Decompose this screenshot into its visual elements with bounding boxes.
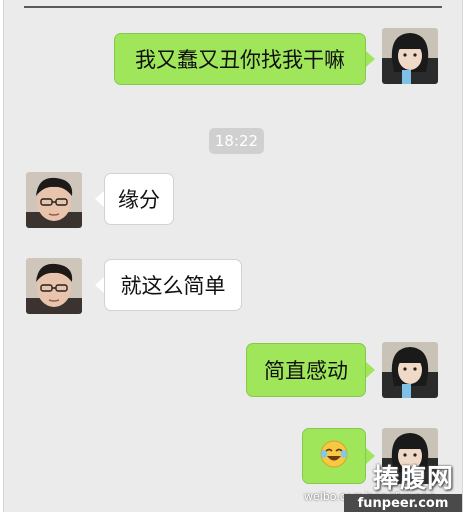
watermark-site: funpeer.com	[344, 494, 462, 512]
chat-window: 我又蠢又丑你找我干嘛 18:22 缘分 就这么简单 简直感动 捧腹网	[3, 0, 463, 512]
bubble-tail	[366, 362, 375, 378]
bubble-tail	[366, 51, 375, 67]
message-bubble-received[interactable]: 就这么简单	[104, 259, 242, 311]
message-text: 缘分	[118, 188, 160, 212]
timestamp: 18:22	[209, 128, 264, 154]
message-bubble-received[interactable]: 缘分	[104, 173, 174, 225]
message-bubble-sent[interactable]: 我又蠢又丑你找我干嘛	[114, 33, 366, 85]
friend-avatar[interactable]	[26, 258, 82, 314]
tears-of-joy-emoji	[319, 439, 349, 474]
my-avatar[interactable]	[382, 28, 438, 84]
message-text: 就这么简单	[120, 274, 226, 298]
top-divider	[24, 6, 442, 8]
bubble-tail	[95, 277, 104, 293]
bubble-tail	[95, 191, 104, 207]
message-bubble-sent[interactable]	[302, 428, 366, 484]
message-text: 简直感动	[264, 359, 348, 383]
friend-avatar[interactable]	[26, 172, 82, 228]
my-avatar[interactable]	[382, 342, 438, 398]
message-bubble-sent[interactable]: 简直感动	[246, 343, 366, 397]
message-text: 我又蠢又丑你找我干嘛	[135, 48, 345, 72]
